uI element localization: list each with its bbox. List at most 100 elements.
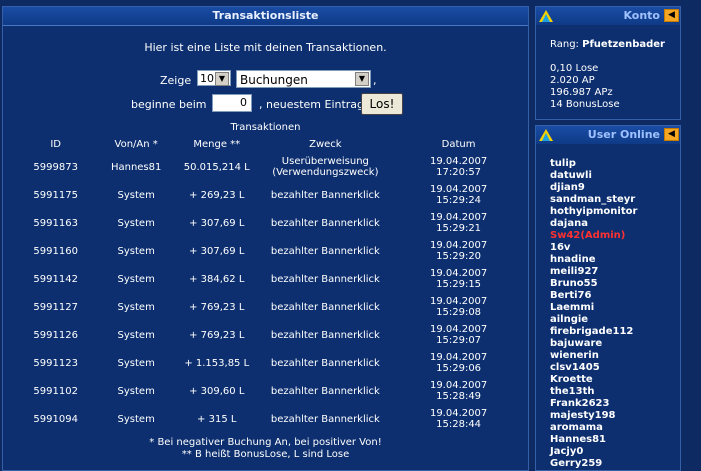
los-button[interactable]: Los!	[361, 93, 403, 115]
row-menge: + 1.153,85 L	[184, 357, 250, 369]
table-row: 5991102 System + 309,60 L bezahlter Bann…	[11, 377, 528, 405]
zweck-line1: Userüberweisung	[281, 156, 369, 167]
konto-stats: 0,10 Lose 2.020 AP 196.987 APz 14 BonusL…	[550, 63, 620, 111]
row-datum: 19.04.2007 15:29:21	[389, 209, 528, 237]
online-user[interactable]: Jacjy0	[550, 446, 637, 458]
col-datum: Datum	[441, 138, 476, 150]
online-user[interactable]: dajana	[550, 218, 637, 230]
row-von: System	[117, 189, 155, 201]
table-caption: Transaktionen	[230, 122, 301, 133]
online-user[interactable]: ailngie	[550, 314, 637, 326]
count-select[interactable]: 10 ▼	[197, 70, 231, 86]
table-row: 5991142 System + 384,62 L bezahlter Bann…	[11, 265, 528, 293]
intro-text: Hier ist eine Liste mit deinen Transakti…	[144, 41, 387, 54]
row-time: 17:20:57	[436, 167, 482, 178]
konto-header: Konto ◀	[536, 7, 680, 25]
row-von: System	[117, 413, 155, 425]
row-date: 19.04.2007	[429, 352, 488, 363]
footnote-2: ** B heißt BonusLose, L sind Lose	[181, 449, 350, 460]
collapse-arrow-icon[interactable]: ◀	[664, 9, 679, 22]
row-zweck: bezahlter Bannerklick	[270, 385, 380, 397]
collapse-arrow-icon[interactable]: ◀	[664, 128, 679, 141]
row-datum: 19.04.2007 15:28:49	[389, 377, 528, 405]
row-time: 15:28:44	[436, 419, 482, 430]
online-user[interactable]: majesty198	[550, 410, 637, 422]
online-user[interactable]: wienerin	[550, 350, 637, 362]
row-date: 19.04.2007	[429, 156, 488, 167]
row-menge: + 307,69 L	[189, 217, 245, 229]
table-row: 5991094 System + 315 L bezahlter Bannerk…	[11, 405, 528, 433]
row-datum: 19.04.2007 15:29:15	[389, 265, 528, 293]
konto-title: Konto	[623, 9, 660, 22]
row-datum: 19.04.2007 17:20:57	[389, 153, 528, 181]
row-datum: 19.04.2007 15:28:44	[389, 405, 528, 433]
chevron-down-icon[interactable]: ▼	[215, 72, 229, 86]
row-date: 19.04.2007	[429, 212, 488, 223]
row-menge: + 309,60 L	[189, 385, 245, 397]
online-user[interactable]: sandman_steyr	[550, 194, 637, 206]
row-von: System	[117, 301, 155, 313]
row-date: 19.04.2007	[429, 268, 488, 279]
online-user[interactable]: Berti76	[550, 290, 637, 302]
online-user[interactable]: firebrigade112	[550, 326, 637, 338]
row-von: System	[117, 273, 155, 285]
row-date: 19.04.2007	[429, 324, 488, 335]
row-zweck: bezahlter Bannerklick	[270, 217, 380, 229]
row-datum: 19.04.2007 15:29:24	[389, 181, 528, 209]
online-user-admin[interactable]: Sw42(Admin)	[550, 230, 637, 242]
row-time: 15:29:07	[436, 335, 482, 346]
online-user[interactable]: tulip	[550, 158, 637, 170]
row-von: System	[117, 217, 155, 229]
online-user[interactable]: 16v	[550, 242, 637, 254]
online-user[interactable]: clsv1405	[550, 362, 637, 374]
online-user[interactable]: Kroette	[550, 374, 637, 386]
stat-ap: 2.020 AP	[550, 75, 595, 86]
online-user[interactable]: Frank2623	[550, 398, 637, 410]
online-user[interactable]: Hannes81	[550, 434, 637, 446]
online-user[interactable]: the13th	[550, 386, 637, 398]
row-datum: 19.04.2007 15:29:20	[389, 237, 528, 265]
col-menge: Menge **	[193, 138, 241, 150]
row-menge: + 307,69 L	[189, 245, 245, 257]
table-row: 5991123 System + 1.153,85 L bezahlter Ba…	[11, 349, 528, 377]
online-user[interactable]: hothyipmonitor	[550, 206, 637, 218]
online-user[interactable]: Gerry259	[550, 458, 637, 470]
zweck-line2: (Verwendungszweck)	[272, 167, 379, 178]
row-time: 15:29:20	[436, 251, 482, 262]
row-menge: + 269,23 L	[189, 189, 245, 201]
rang-value: Pfuetzenbader	[582, 39, 665, 50]
type-select-value: Buchungen	[240, 73, 308, 87]
online-user[interactable]: meili927	[550, 266, 637, 278]
row-datum: 19.04.2007 15:29:07	[389, 321, 528, 349]
logo-icon	[539, 129, 553, 141]
konto-panel: Konto ◀ Rang: Pfuetzenbader 0,10 Lose 2.…	[535, 6, 681, 120]
chevron-down-icon[interactable]: ▼	[355, 72, 369, 86]
table-row: 5991163 System + 307,69 L bezahlter Bann…	[11, 209, 528, 237]
row-time: 15:29:21	[436, 223, 482, 234]
transactions-table: ID Von/An * Menge ** Zweck Datum 5999873…	[11, 135, 528, 433]
row-date: 19.04.2007	[429, 184, 488, 195]
user-online-panel: User Online ◀ tulip datuwli djian9 sandm…	[535, 125, 681, 471]
online-user[interactable]: bajuware	[550, 338, 637, 350]
online-user[interactable]: datuwli	[550, 170, 637, 182]
row-datum: 19.04.2007 15:29:06	[389, 349, 528, 377]
table-row: 5991126 System + 769,23 L bezahlter Bann…	[11, 321, 528, 349]
row-zweck: Userüberweisung (Verwendungszweck)	[262, 153, 390, 181]
rang-row: Rang: Pfuetzenbader	[550, 39, 665, 50]
online-user[interactable]: Bruno55	[550, 278, 637, 290]
row-menge: 50.015,214 L	[183, 161, 250, 173]
logo-icon	[539, 10, 553, 22]
start-input[interactable]: 0	[212, 94, 252, 112]
zeige-label: Zeige	[160, 74, 192, 87]
row-von: System	[117, 329, 155, 341]
row-zweck: bezahlter Bannerklick	[270, 413, 380, 425]
neuestem-label: , neuestem Eintrag	[259, 98, 365, 111]
online-user[interactable]: djian9	[550, 182, 637, 194]
row-datum: 19.04.2007 15:29:08	[389, 293, 528, 321]
online-user[interactable]: aromama	[550, 422, 637, 434]
online-user[interactable]: hnadine	[550, 254, 637, 266]
type-select[interactable]: Buchungen ▼	[236, 70, 371, 88]
row-time: 15:29:24	[436, 195, 482, 206]
table-row: 5991160 System + 307,69 L bezahlter Bann…	[11, 237, 528, 265]
online-user[interactable]: Laemmi	[550, 302, 637, 314]
